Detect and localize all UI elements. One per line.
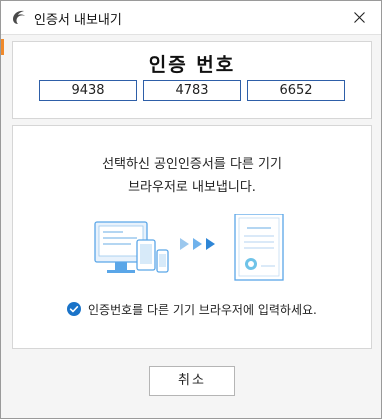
info-text-line-1: 선택하신 공인인증서를 다른 기기: [102, 157, 282, 172]
devices-icon: [94, 221, 169, 273]
export-illustration: [94, 214, 284, 281]
auth-code-field-3: 6652: [247, 80, 345, 101]
auth-code-field-2: 4783: [143, 80, 241, 101]
window-title: 인증서 내보내기: [34, 13, 122, 28]
auth-code-title: 인증 번호: [148, 54, 236, 76]
transfer-arrows-icon: [180, 238, 215, 250]
auth-code-field-1: 9438: [39, 80, 137, 101]
app-logo-icon: [13, 10, 25, 24]
confirm-text: 인증번호를 다른 기기 브라우저에 입력하세요.: [88, 302, 317, 317]
confirm-message: 인증번호를 다른 기기 브라우저에 입력하세요.: [67, 299, 317, 319]
info-text-line-2: 브라우저로 내보냅니다.: [128, 180, 256, 195]
close-button[interactable]: [337, 1, 381, 34]
accent-strip: [1, 39, 4, 55]
check-circle-icon: [67, 302, 81, 316]
export-certificate-dialog: 인증서 내보내기 인증 번호 9438 4783 6652 선택하신 공인인증서…: [0, 0, 382, 419]
title-bar: 인증서 내보내기: [1, 1, 381, 34]
info-panel: 선택하신 공인인증서를 다른 기기 브라우저로 내보냅니다. 인증번호를 다른 …: [12, 125, 372, 349]
close-icon: [353, 12, 365, 23]
auth-code-panel: 인증 번호 9438 4783 6652: [12, 41, 372, 119]
certificate-icon: [234, 214, 284, 281]
cancel-button[interactable]: 취소: [149, 366, 235, 396]
title-divider: [1, 34, 381, 35]
